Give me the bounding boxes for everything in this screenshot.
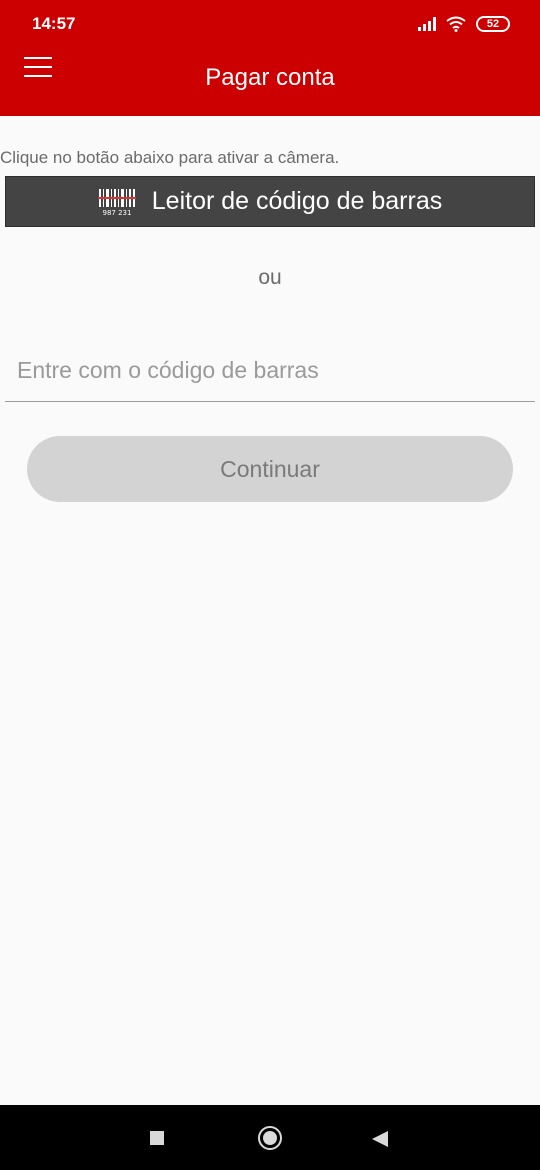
status-time: 14:57 <box>32 14 76 33</box>
system-nav-bar <box>0 1105 540 1170</box>
barcode-reader-button[interactable]: 987 231 Leitor de código de barras <box>5 176 535 227</box>
page-title: Pagar conta <box>205 64 335 91</box>
battery-icon: 52 <box>476 16 510 32</box>
wifi-icon <box>446 16 466 32</box>
status-icons: 52 <box>418 14 510 34</box>
app-header: 14:57 52 Pagar conta <box>0 0 540 116</box>
battery-level: 52 <box>486 17 500 30</box>
camera-hint: Clique no botão abaixo para ativar a câm… <box>0 148 340 167</box>
home-icon[interactable] <box>258 1126 282 1150</box>
recent-apps-icon[interactable] <box>150 1131 164 1145</box>
barcode-input[interactable] <box>5 340 535 402</box>
back-icon[interactable] <box>372 1131 388 1147</box>
continue-button[interactable]: Continuar <box>27 436 513 502</box>
barcode-icon: 987 231 <box>97 188 136 217</box>
signal-icon <box>418 17 436 31</box>
or-separator: ou <box>258 266 282 289</box>
barcode-reader-label: Leitor de código de barras <box>151 187 443 215</box>
svg-text:987 231: 987 231 <box>102 209 131 217</box>
